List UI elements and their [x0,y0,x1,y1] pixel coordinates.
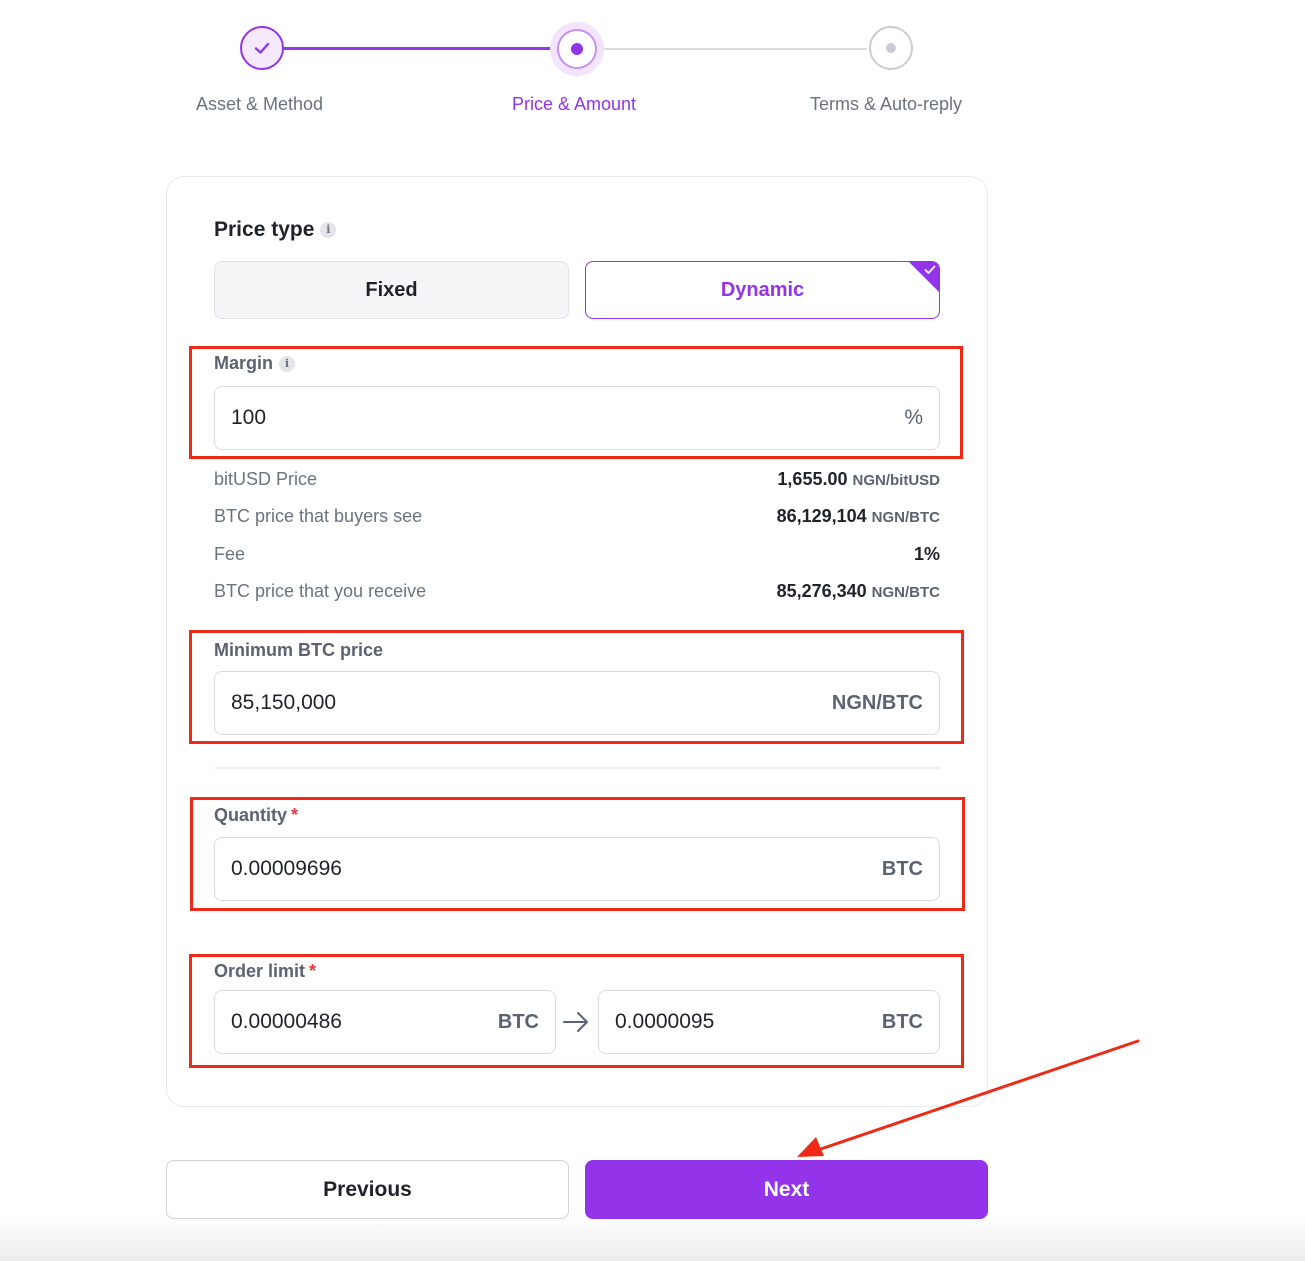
step-3-pending-dot-icon [869,26,913,70]
step-2-active-dot-icon [557,29,597,69]
stepper-line-pending [603,48,867,50]
info-label: BTC price that you receive [214,580,427,601]
required-mark: * [291,805,299,825]
selected-check-icon [909,262,939,292]
order-limit-label: Order limit [214,961,306,981]
order-limit-max-unit: BTC [881,1010,923,1033]
page-bottom-fade [0,1215,1305,1261]
min-price-input-box[interactable]: NGN/BTC [214,671,940,735]
info-icon[interactable]: i [320,222,337,239]
info-row-buyer-price: BTC price that buyers see 86,129,104 NGN/… [214,502,940,530]
info-label: BTC price that buyers see [214,505,423,526]
info-value: 86,129,104 [776,505,867,526]
info-value: 1% [913,543,940,564]
quantity-input-box[interactable]: BTC [214,837,940,901]
step-label-asset-method[interactable]: Asset & Method [196,94,323,115]
info-label: bitUSD Price [214,468,318,489]
margin-unit: % [904,406,923,429]
stepper-line-completed [284,47,552,50]
price-type-title: Price type [214,218,315,241]
info-row-receive-price: BTC price that you receive 85,276,340 NGN… [214,577,940,605]
step-label-price-amount: Price & Amount [512,94,637,114]
info-icon[interactable]: i [279,356,296,373]
order-limit-min-unit: BTC [497,1010,539,1033]
info-label: Fee [214,543,246,564]
step-1-checkmark-icon[interactable] [240,26,284,70]
arrow-right-icon [561,1008,591,1041]
info-unit: NGN/BTC [871,508,940,526]
margin-label: Margin [214,353,274,373]
next-button[interactable]: Next [585,1160,988,1219]
info-value: 1,655.00 [777,468,848,489]
min-price-label: Minimum BTC price [214,640,384,660]
price-type-fixed-option[interactable]: Fixed [214,261,569,319]
quantity-label: Quantity [214,805,288,825]
step-label-terms-autoreply: Terms & Auto-reply [810,94,963,114]
fixed-option-label: Fixed [365,278,418,301]
info-row-fee: Fee 1% [214,540,940,568]
info-unit: NGN/bitUSD [852,471,941,489]
section-divider [214,767,940,769]
next-button-label: Next [763,1177,810,1201]
quantity-label-row: Quantity * [214,805,298,826]
progress-stepper: Asset & Method Price & Amount Terms & Au… [0,0,1305,130]
margin-input-box[interactable]: % [214,386,940,450]
margin-label-row: Margin i [214,353,296,374]
info-value: 85,276,340 [776,580,867,601]
price-type-dynamic-option[interactable]: Dynamic [585,261,940,319]
info-row-bitusd-price: bitUSD Price 1,655.00 NGN/bitUSD [214,465,940,493]
order-limit-label-row: Order limit * [214,961,316,982]
required-mark: * [309,961,317,981]
order-limit-min-input[interactable] [231,1010,498,1034]
previous-button[interactable]: Previous [166,1160,569,1219]
info-unit: NGN/BTC [871,583,940,601]
order-limit-max-input[interactable] [615,1010,882,1034]
dynamic-option-label: Dynamic [720,278,805,301]
margin-input[interactable] [231,406,905,430]
order-limit-min-box[interactable]: BTC [214,990,556,1054]
previous-button-label: Previous [323,1177,412,1201]
order-limit-max-box[interactable]: BTC [598,990,940,1054]
quantity-unit: BTC [881,857,923,880]
price-type-heading: Price type i [214,218,337,242]
min-price-input[interactable] [231,691,832,715]
min-price-unit: NGN/BTC [831,691,923,714]
quantity-input[interactable] [231,857,882,881]
